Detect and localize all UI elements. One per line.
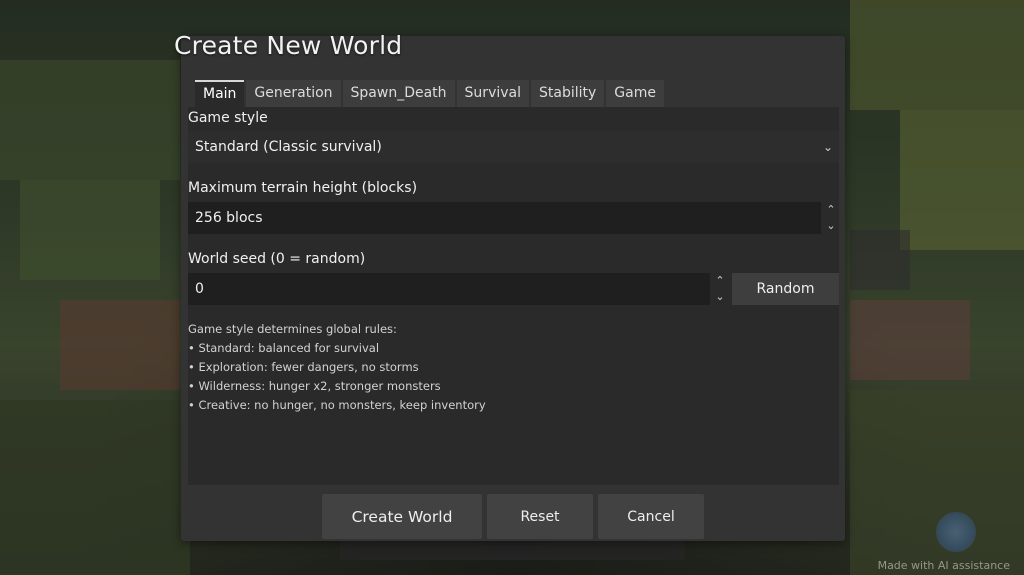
tab-game[interactable]: Game (606, 80, 664, 107)
game-style-help: Game style determines global rules: • St… (188, 320, 486, 415)
terrain-height-value: 256 blocs (195, 210, 263, 226)
seed-value: 0 (195, 281, 204, 297)
cancel-button[interactable]: Cancel (598, 494, 704, 539)
random-seed-button[interactable]: Random (732, 273, 839, 305)
tab-spawn-death[interactable]: Spawn_Death (342, 80, 455, 107)
chevron-up-icon[interactable]: ⌃ (715, 274, 724, 288)
seed-label: World seed (0 = random) (188, 251, 366, 267)
help-line: • Exploration: fewer dangers, no storms (188, 360, 419, 374)
game-style-select[interactable]: Standard (Classic survival) ⌄ (188, 131, 839, 163)
help-intro: Game style determines global rules: (188, 322, 397, 336)
reset-button[interactable]: Reset (487, 494, 593, 539)
chevron-down-icon[interactable]: ⌄ (826, 219, 835, 233)
dialog-title: Create New World (174, 31, 403, 60)
ai-badge-icon (936, 512, 976, 552)
tab-stability[interactable]: Stability (531, 80, 605, 107)
tab-bar: Main Generation Spawn_Death Survival Sta… (195, 80, 664, 107)
tab-main[interactable]: Main (195, 80, 245, 107)
seed-input[interactable]: 0 (188, 273, 710, 305)
help-line: • Wilderness: hunger x2, stronger monste… (188, 379, 441, 393)
terrain-height-stepper: ⌃ ⌄ (823, 203, 839, 233)
tab-survival[interactable]: Survival (456, 80, 529, 107)
seed-stepper: ⌃ ⌄ (712, 274, 728, 304)
ai-watermark: Made with AI assistance (877, 559, 1010, 572)
help-line: • Standard: balanced for survival (188, 341, 380, 355)
chevron-up-icon[interactable]: ⌃ (826, 203, 835, 217)
chevron-down-icon: ⌄ (822, 140, 833, 154)
help-line: • Creative: no hunger, no monsters, keep… (188, 398, 486, 412)
chevron-down-icon[interactable]: ⌄ (715, 290, 724, 304)
terrain-height-label: Maximum terrain height (blocks) (188, 180, 418, 196)
game-style-value: Standard (Classic survival) (195, 139, 382, 155)
tab-generation[interactable]: Generation (246, 80, 341, 107)
create-world-button[interactable]: Create World (322, 494, 482, 539)
terrain-height-input[interactable]: 256 blocs (188, 202, 821, 234)
game-style-label: Game style (188, 110, 268, 126)
